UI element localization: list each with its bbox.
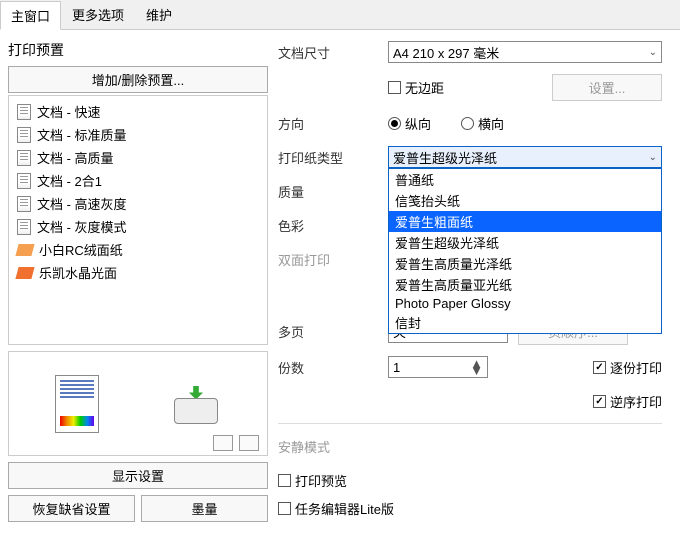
preset-item[interactable]: 文档 - 高质量 [13,146,263,169]
task-editor-label: 任务编辑器Lite版 [295,499,394,518]
preset-label: 文档 - 标准质量 [37,125,127,144]
preview-box [8,351,268,456]
document-icon [17,150,31,166]
tab-maintenance[interactable]: 维护 [135,0,183,29]
checkbox-icon [278,502,291,515]
paper-type-value: 爱普生超级光泽纸 [393,148,497,167]
borderless-checkbox[interactable]: 无边距 [388,78,444,97]
checkbox-icon [278,474,291,487]
preset-label: 小白RC绒面纸 [39,240,123,259]
show-settings-button[interactable]: 显示设置 [8,462,268,489]
portrait-label: 纵向 [405,114,431,133]
preset-title: 打印预置 [8,40,268,60]
landscape-label: 横向 [478,114,504,133]
duplex-label: 双面打印 [278,250,388,269]
radio-icon [461,117,474,130]
preset-label: 文档 - 灰度模式 [37,217,127,236]
radio-icon [388,117,401,130]
checkbox-icon [593,395,606,408]
copies-spinner[interactable]: 1 ▲▼ [388,356,488,378]
checkbox-icon [388,81,401,94]
tab-bar: 主窗口 更多选项 维护 [0,0,680,30]
collate-checkbox[interactable]: 逐份打印 [593,358,662,377]
paper-icon [15,244,34,256]
borderless-label: 无边距 [405,78,444,97]
dropdown-option[interactable]: 爱普生粗面纸 [389,211,661,232]
color-label: 色彩 [278,216,388,235]
restore-defaults-button[interactable]: 恢复缺省设置 [8,495,135,522]
preset-list[interactable]: 文档 - 快速 文档 - 标准质量 文档 - 高质量 文档 - 2合1 文档 -… [8,95,268,345]
dropdown-option[interactable]: 爱普生高质量光泽纸 [389,253,661,274]
dropdown-option[interactable]: 爱普生高质量亚光纸 [389,274,661,295]
chevron-down-icon: ⌄ [649,47,657,58]
preset-label: 乐凯水晶光面 [39,263,117,282]
dropdown-option[interactable]: Photo Paper Glossy [389,295,661,312]
tab-main[interactable]: 主窗口 [0,1,61,30]
ink-button[interactable]: 墨量 [141,495,268,522]
preset-label: 文档 - 高质量 [37,148,114,167]
layout-icon[interactable] [213,435,233,451]
preset-label: 文档 - 高速灰度 [37,194,127,213]
tab-more-options[interactable]: 更多选项 [61,0,135,29]
orientation-landscape-radio[interactable]: 横向 [461,114,504,133]
document-icon [17,173,31,189]
spinner-down-icon[interactable]: ▼ [470,367,483,374]
preset-label: 文档 - 2合1 [37,171,102,190]
quality-label: 质量 [278,182,388,201]
borderless-settings-button: 设置... [552,74,662,101]
task-editor-checkbox[interactable]: 任务编辑器Lite版 [278,499,394,518]
dropdown-option[interactable]: 信封 [389,312,661,333]
quiet-mode-label: 安静模式 [278,437,388,456]
dropdown-option[interactable]: 爱普生超级光泽纸 [389,232,661,253]
preset-item[interactable]: 乐凯水晶光面 [13,261,263,284]
paper-type-label: 打印纸类型 [278,148,388,167]
preset-item[interactable]: 文档 - 高速灰度 [13,192,263,215]
document-icon [17,196,31,212]
document-icon [17,104,31,120]
copies-label: 份数 [278,358,388,377]
copies-value: 1 [393,360,400,375]
document-icon [17,127,31,143]
printer-icon [171,384,221,424]
doc-size-label: 文档尺寸 [278,43,388,62]
preset-label: 文档 - 快速 [37,102,101,121]
reverse-order-checkbox[interactable]: 逆序打印 [593,392,662,411]
doc-size-value: A4 210 x 297 毫米 [393,43,499,62]
collate-label: 逐份打印 [610,358,662,377]
print-preview-checkbox[interactable]: 打印预览 [278,471,347,490]
orientation-portrait-radio[interactable]: 纵向 [388,114,431,133]
reverse-label: 逆序打印 [610,392,662,411]
doc-size-select[interactable]: A4 210 x 297 毫米 ⌄ [388,41,662,63]
layout-icon[interactable] [239,435,259,451]
paper-icon [15,267,34,279]
document-icon [17,219,31,235]
dropdown-option[interactable]: 信笺抬头纸 [389,190,661,211]
checkbox-icon [593,361,606,374]
print-preview-label: 打印预览 [295,471,347,490]
paper-type-dropdown: 普通纸 信笺抬头纸 爱普生粗面纸 爱普生超级光泽纸 爱普生高质量光泽纸 爱普生高… [388,168,662,334]
dropdown-option[interactable]: 普通纸 [389,169,661,190]
preset-item[interactable]: 文档 - 2合1 [13,169,263,192]
preset-item[interactable]: 文档 - 快速 [13,100,263,123]
page-thumbnail-icon [55,375,99,433]
add-remove-preset-button[interactable]: 增加/删除预置... [8,66,268,93]
preset-item[interactable]: 文档 - 灰度模式 [13,215,263,238]
preset-item[interactable]: 小白RC绒面纸 [13,238,263,261]
preset-item[interactable]: 文档 - 标准质量 [13,123,263,146]
orientation-label: 方向 [278,114,388,133]
multipage-label: 多页 [278,322,388,341]
chevron-down-icon: ⌄ [649,152,657,163]
paper-type-select[interactable]: 爱普生超级光泽纸 ⌄ 普通纸 信笺抬头纸 爱普生粗面纸 爱普生超级光泽纸 爱普生… [388,146,662,168]
